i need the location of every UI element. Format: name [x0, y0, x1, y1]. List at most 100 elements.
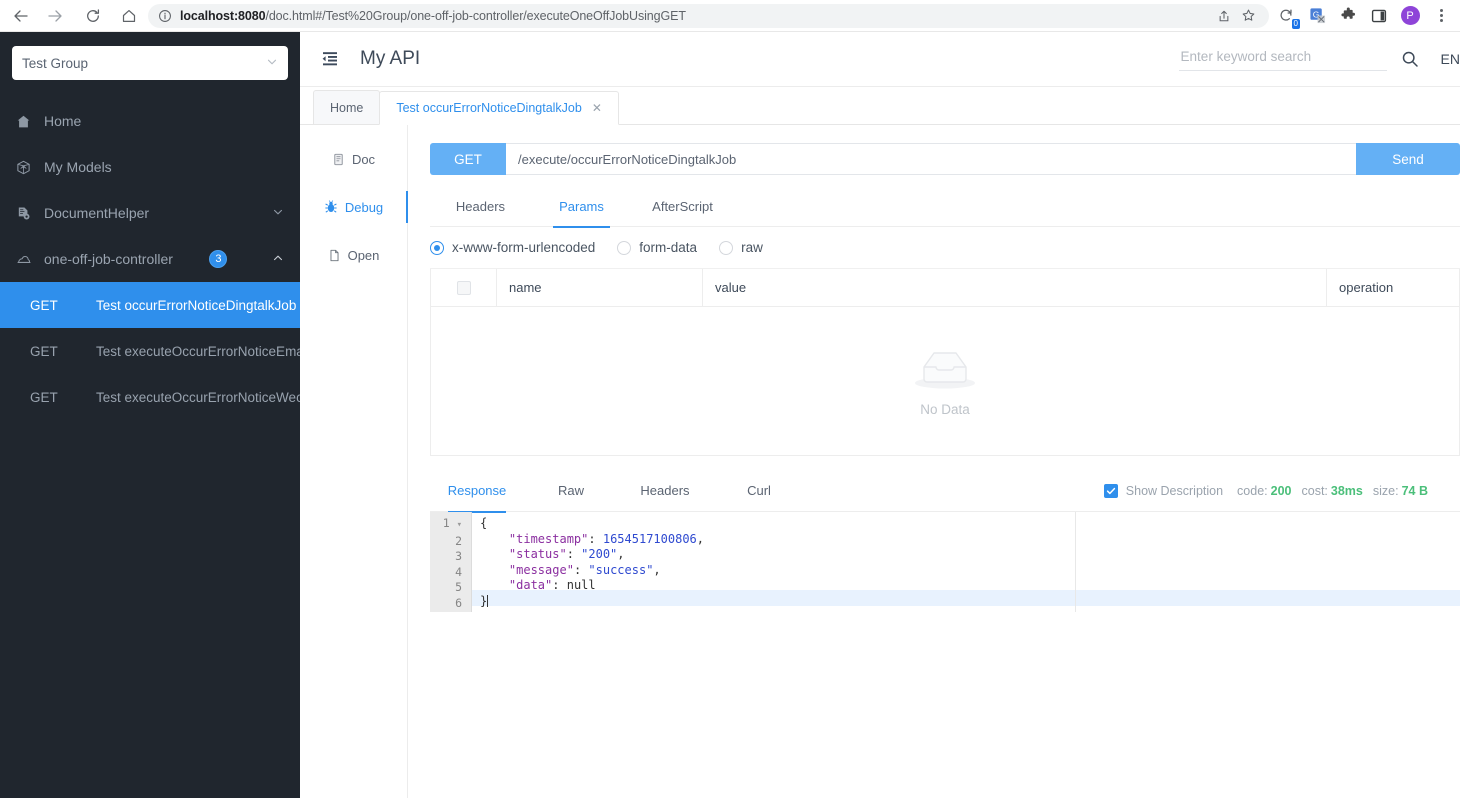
radio-dot	[617, 240, 632, 255]
size-label: size:	[1372, 483, 1399, 498]
tab-label: Raw	[557, 482, 584, 498]
chevron-up-icon[interactable]	[272, 252, 284, 267]
editor-fold-toggle[interactable]: ▾	[457, 520, 462, 530]
radio-dot	[719, 240, 734, 255]
debug-workarea: GET /execute/occurErrorNoticeDingtalkJob…	[408, 125, 1460, 798]
editor-line-number: 5	[455, 580, 462, 595]
tab-response-headers[interactable]: Headers	[618, 470, 712, 512]
tab-afterscript[interactable]: AfterScript	[632, 187, 733, 227]
body-type-radios: x-www-form-urlencoded form-data raw	[430, 227, 1460, 269]
language-switcher[interactable]: EN	[1441, 51, 1460, 67]
editor-code-line: "message": "success",	[508, 562, 661, 577]
radio-raw[interactable]: raw	[719, 240, 763, 255]
params-table-header: name value operation	[431, 268, 1459, 307]
sidebar-item-one-off-job-controller[interactable]: one-off-job-controller 3	[0, 236, 300, 282]
cloud-icon	[16, 252, 38, 267]
sidebar-item-label: Home	[44, 113, 82, 129]
sidebar-item-my-models[interactable]: My Models	[0, 144, 300, 190]
sidebar-api-item-1[interactable]: GET Test executeOccurErrorNoticeEmailJob	[0, 328, 300, 374]
empty-box-icon	[912, 345, 978, 396]
cost-value: 38ms	[1330, 483, 1363, 498]
translate-extension-icon[interactable]: G	[1306, 5, 1328, 27]
request-url-input[interactable]: /execute/occurErrorNoticeDingtalkJob	[506, 143, 1356, 175]
chevron-down-icon	[266, 56, 278, 71]
request-url-row: GET /execute/occurErrorNoticeDingtalkJob…	[430, 143, 1460, 175]
radio-x-www-form-urlencoded[interactable]: x-www-form-urlencoded	[430, 240, 595, 255]
close-icon[interactable]: ✕	[592, 101, 602, 115]
back-arrow-icon[interactable]	[8, 3, 34, 29]
app-topbar: My API EN	[300, 32, 1460, 87]
chevron-down-icon[interactable]	[272, 206, 284, 221]
sidebar-item-documenthelper[interactable]: DocumentHelper	[0, 190, 300, 236]
tab-curl[interactable]: Curl	[712, 470, 806, 512]
api-name: Test executeOccurErrorNoticeWechatJob	[96, 389, 300, 405]
send-button[interactable]: Send	[1356, 143, 1460, 175]
tab-response[interactable]: Response	[430, 470, 524, 513]
response-code-editor[interactable]: 1 ▾ 2 3 4 5 6 { "timestamp": 1654517100806, "…	[430, 512, 1460, 612]
group-select[interactable]: Test Group	[12, 46, 288, 80]
avatar-initial: P	[1400, 6, 1420, 25]
empty-state-text: No Data	[920, 402, 970, 417]
browser-menu-icon[interactable]	[1430, 5, 1452, 27]
reading-list-icon[interactable]: 0	[1275, 5, 1300, 29]
puzzle-extensions-icon[interactable]	[1337, 5, 1359, 27]
home-icon[interactable]	[116, 3, 142, 29]
method-selector[interactable]: GET	[430, 143, 506, 175]
editor-cursor	[487, 594, 489, 607]
select-all-checkbox-cell[interactable]	[431, 268, 497, 307]
search-input[interactable]	[1178, 47, 1387, 65]
minimenu-item-doc[interactable]: Doc	[300, 135, 407, 183]
column-header-operation: operation	[1339, 279, 1394, 295]
show-description-checkbox[interactable]	[1103, 483, 1118, 498]
api-method: GET	[30, 389, 58, 405]
side-panel-icon[interactable]	[1368, 5, 1390, 27]
editor-code-area[interactable]: { "timestamp": 1654517100806, "status": …	[472, 512, 1460, 612]
topbar-right: EN	[1178, 47, 1460, 71]
menu-fold-icon[interactable]	[318, 47, 342, 71]
search-field-wrap	[1178, 47, 1387, 71]
sidebar-api-item-0[interactable]: GET Test occurErrorNoticeDingtalkJob	[0, 282, 300, 328]
column-header-name: name	[497, 268, 703, 307]
tab-raw[interactable]: Raw	[524, 470, 618, 512]
extension-badge-count: 0	[1291, 18, 1300, 29]
minimenu-item-debug[interactable]: Debug	[300, 183, 408, 231]
tab-test-occurerrornoticedingtalkjob[interactable]: Test occurErrorNoticeDingtalkJob ✕	[379, 91, 619, 125]
site-info-icon[interactable]	[158, 9, 172, 23]
tab-params[interactable]: Params	[531, 187, 632, 228]
radio-form-data[interactable]: form-data	[617, 240, 697, 255]
sidebar-item-count-badge: 3	[209, 250, 228, 268]
url-path: /doc.html#/Test%20Group/one-off-job-cont…	[265, 8, 686, 23]
select-all-checkbox[interactable]	[456, 280, 471, 295]
method-label: GET	[454, 151, 482, 167]
share-icon[interactable]	[1213, 5, 1235, 27]
code-label: code:	[1237, 483, 1268, 498]
address-bar[interactable]: localhost:8080/doc.html#/Test%20Group/on…	[148, 3, 1269, 28]
tab-label: AfterScript	[652, 198, 713, 214]
content-row: Doc Debug Open GET /execute/occurErrorNo…	[300, 125, 1460, 798]
url-host: localhost:8080	[180, 8, 266, 23]
editor-code-line: {	[480, 516, 488, 530]
minimenu-item-open[interactable]: Open	[300, 231, 407, 279]
minimenu-item-label: Doc	[351, 151, 376, 167]
editor-code-line: }	[480, 593, 489, 608]
params-table: name value operation No Data	[430, 268, 1460, 456]
forward-arrow-icon[interactable]	[42, 3, 68, 29]
show-description-label: Show Description	[1125, 483, 1224, 498]
star-icon[interactable]	[1237, 5, 1259, 27]
search-icon[interactable]	[1401, 50, 1419, 68]
side-minimenu: Doc Debug Open	[300, 125, 408, 798]
tab-headers[interactable]: Headers	[430, 187, 531, 227]
tab-label: Response	[447, 482, 507, 498]
address-bar-url: localhost:8080/doc.html#/Test%20Group/on…	[180, 9, 686, 23]
bug-icon	[324, 200, 338, 214]
page-title: My API	[360, 48, 421, 69]
sidebar-api-item-2[interactable]: GET Test executeOccurErrorNoticeWechatJo…	[0, 374, 300, 420]
tab-label: Curl	[747, 482, 771, 498]
size-value: 74 B	[1401, 483, 1428, 498]
avatar[interactable]: P	[1399, 5, 1421, 27]
tab-home[interactable]: Home	[313, 90, 381, 124]
sidebar: Test Group Home My Models DocumentHelper…	[0, 32, 300, 798]
sidebar-item-home[interactable]: Home	[0, 98, 300, 144]
page-body: Test Group Home My Models DocumentHelper…	[0, 32, 1460, 798]
reload-icon[interactable]	[80, 3, 106, 29]
